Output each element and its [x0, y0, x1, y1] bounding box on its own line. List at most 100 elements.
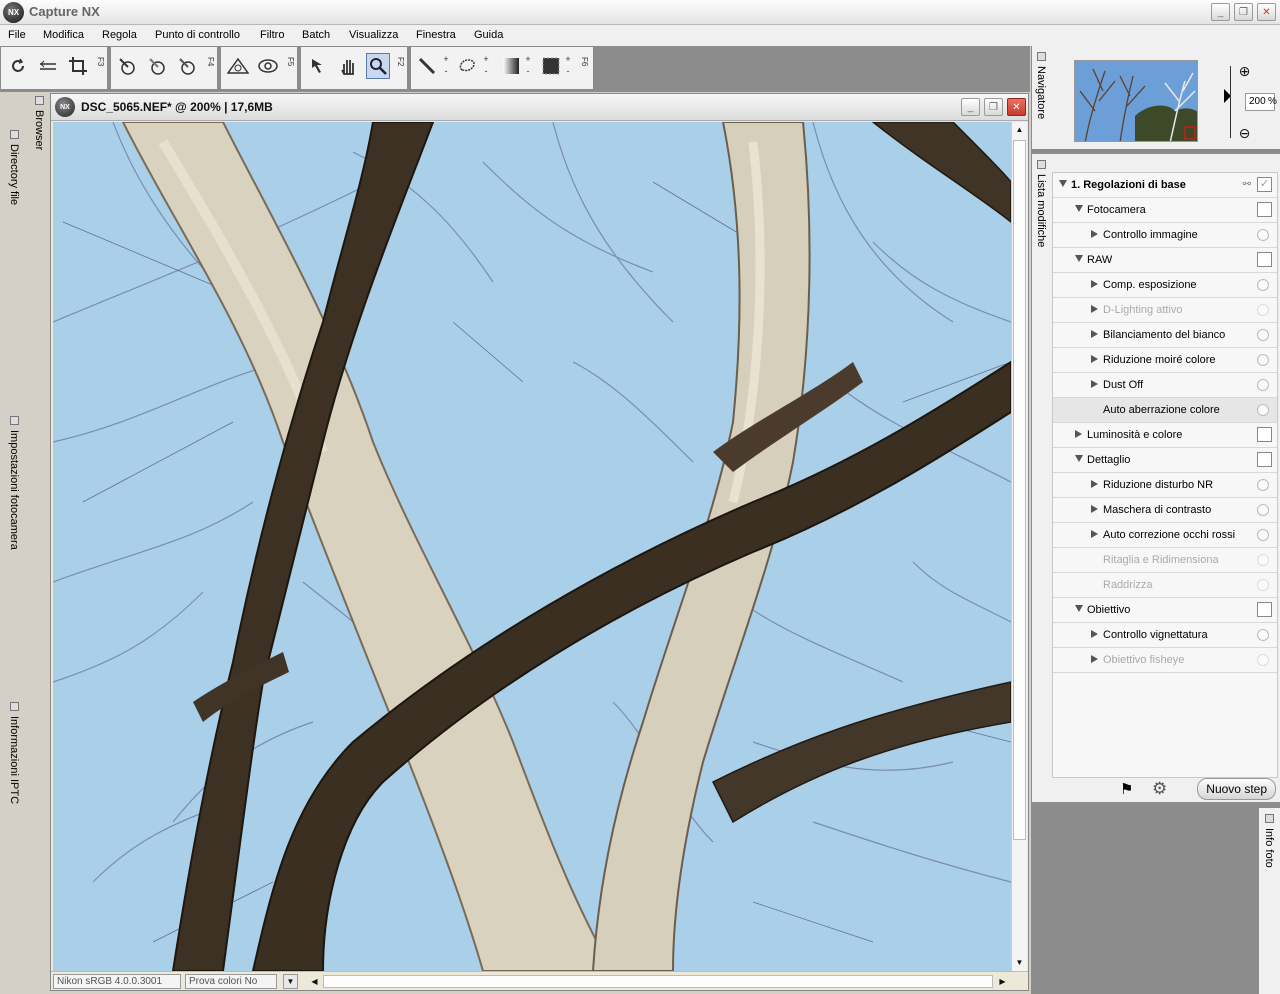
fill-stepper[interactable]: + - [563, 53, 573, 77]
dock-toggle-icon[interactable] [10, 702, 19, 711]
lasso-stepper[interactable]: + - [481, 53, 491, 77]
expand-right-icon[interactable] [1091, 530, 1098, 538]
lasso-icon[interactable] [455, 53, 479, 79]
step-toggle-radio[interactable] [1257, 304, 1269, 316]
gradient-icon[interactable] [499, 53, 523, 79]
tab-info-foto[interactable]: Info foto [1263, 828, 1275, 868]
expand-right-icon[interactable] [1091, 355, 1098, 363]
step-toggle-radio[interactable] [1257, 404, 1269, 416]
tab-navigatore[interactable]: Navigatore [1035, 66, 1047, 119]
neutral-point-icon[interactable] [175, 53, 199, 79]
menu-filtro[interactable]: Filtro [260, 29, 284, 41]
doc-minimize-button[interactable]: _ [961, 98, 980, 116]
step-toggle-radio[interactable] [1257, 329, 1269, 341]
step-toggle-radio[interactable] [1257, 579, 1269, 591]
expand-right-icon[interactable] [1091, 280, 1098, 288]
expand-right-icon[interactable] [1091, 305, 1098, 313]
edit-list-row[interactable]: Dettaglio [1053, 448, 1277, 473]
menu-punto-di-controllo[interactable]: Punto di controllo [155, 29, 240, 41]
step-toggle-radio[interactable] [1257, 379, 1269, 391]
expand-right-icon[interactable] [1091, 230, 1098, 238]
menu-finestra[interactable]: Finestra [416, 29, 456, 41]
link-icon[interactable]: ⚯ [1243, 179, 1251, 190]
step-toggle-radio[interactable] [1257, 654, 1269, 666]
expand-right-icon[interactable] [1091, 330, 1098, 338]
doc-maximize-button[interactable]: ❐ [984, 98, 1003, 116]
step-toggle-radio[interactable] [1257, 354, 1269, 366]
zoom-in-icon[interactable]: ⊕ [1237, 63, 1252, 79]
expand-down-icon[interactable] [1075, 255, 1083, 262]
eye-icon[interactable] [256, 53, 280, 79]
edit-list-row[interactable]: Riduzione disturbo NR [1053, 473, 1277, 498]
step-enable-checkbox[interactable] [1257, 427, 1272, 442]
edit-list-row[interactable]: Controllo vignettatura [1053, 623, 1277, 648]
menu-batch[interactable]: Batch [302, 29, 330, 41]
vertical-scrollbar[interactable]: ▲ ▼ [1011, 122, 1027, 971]
close-button[interactable]: ✕ [1257, 3, 1276, 21]
edit-list-row[interactable]: Bilanciamento del bianco [1053, 323, 1277, 348]
menu-modifica[interactable]: Modifica [43, 29, 84, 41]
tab-browser[interactable]: Browser [33, 110, 45, 150]
menu-file[interactable]: File [8, 29, 26, 41]
hand-icon[interactable] [336, 53, 360, 79]
tab-impostazioni-fotocamera[interactable]: Impostazioni fotocamera [8, 430, 20, 550]
gear-icon[interactable]: ⚙ [1152, 779, 1167, 799]
edit-list-row[interactable]: Maschera di contrasto [1053, 498, 1277, 523]
expand-right-icon[interactable] [1091, 380, 1098, 388]
scroll-right-icon[interactable]: ▶ [995, 974, 1010, 989]
expand-right-icon[interactable] [1091, 505, 1098, 513]
zoom-icon[interactable] [366, 53, 390, 79]
dock-toggle-icon[interactable] [1037, 160, 1046, 169]
image-window-titlebar[interactable]: NX DSC_5065.NEF* @ 200% | 17,6MB _ ❐ ✕ [51, 94, 1028, 121]
dock-toggle-icon[interactable] [10, 416, 19, 425]
arrow-icon[interactable] [306, 53, 330, 79]
maximize-button[interactable]: ❐ [1234, 3, 1253, 21]
doc-close-button[interactable]: ✕ [1007, 98, 1026, 116]
straighten-icon[interactable] [36, 53, 60, 79]
edit-list-row[interactable]: 1. Regolazioni di base ⚯ ✓ [1053, 173, 1277, 198]
new-step-button[interactable]: Nuovo step [1197, 778, 1276, 800]
step-enable-checkbox[interactable] [1257, 452, 1272, 467]
tab-lista-modifiche[interactable]: Lista modifiche [1035, 174, 1047, 247]
edit-list-row[interactable]: Auto correzione occhi rossi [1053, 523, 1277, 548]
edit-list-row[interactable]: Obiettivo [1053, 598, 1277, 623]
expand-down-icon[interactable] [1059, 180, 1067, 187]
edit-list-row[interactable]: Controllo immagine [1053, 223, 1277, 248]
expand-right-icon[interactable] [1075, 430, 1082, 438]
expand-down-icon[interactable] [1075, 455, 1083, 462]
step-toggle-radio[interactable] [1257, 629, 1269, 641]
step-enable-checkbox[interactable] [1257, 202, 1272, 217]
expand-right-icon[interactable] [1091, 480, 1098, 488]
expand-right-icon[interactable] [1091, 655, 1098, 663]
dock-toggle-icon[interactable] [1037, 52, 1046, 61]
zoom-slider-track[interactable] [1230, 66, 1231, 138]
edit-list-row[interactable]: Luminosità e colore [1053, 423, 1277, 448]
edit-list-row[interactable]: Riduzione moiré colore [1053, 348, 1277, 373]
step-toggle-radio[interactable] [1257, 479, 1269, 491]
scroll-down-icon[interactable]: ▼ [1012, 955, 1027, 970]
step-enable-checkbox[interactable] [1257, 252, 1272, 267]
red-eye-icon[interactable] [226, 53, 250, 79]
tab-directory-file[interactable]: Directory file [8, 144, 20, 205]
proof-dropdown-icon[interactable]: ▼ [283, 974, 298, 989]
edit-list-row[interactable]: Obiettivo fisheye [1053, 648, 1277, 673]
minimize-button[interactable]: _ [1211, 3, 1230, 21]
navigator-thumbnail[interactable] [1074, 60, 1198, 142]
brush-icon[interactable] [415, 53, 439, 79]
step-toggle-radio[interactable] [1257, 554, 1269, 566]
group-enable-checkbox[interactable]: ✓ [1257, 177, 1272, 192]
dock-toggle-icon[interactable] [10, 130, 19, 139]
edit-list-row[interactable]: Comp. esposizione [1053, 273, 1277, 298]
black-point-icon[interactable] [115, 53, 139, 79]
vertical-scroll-thumb[interactable] [1013, 140, 1026, 840]
scroll-up-icon[interactable]: ▲ [1012, 122, 1027, 137]
step-toggle-radio[interactable] [1257, 504, 1269, 516]
flag-icon[interactable]: ⚑ [1120, 780, 1133, 798]
fill-icon[interactable] [539, 53, 563, 79]
expand-down-icon[interactable] [1075, 605, 1083, 612]
edit-list-row[interactable]: Raddrizza [1053, 573, 1277, 598]
menu-guida[interactable]: Guida [474, 29, 503, 41]
edit-list-row[interactable]: Dust Off [1053, 373, 1277, 398]
zoom-out-icon[interactable]: ⊖ [1237, 125, 1252, 141]
step-enable-checkbox[interactable] [1257, 602, 1272, 617]
